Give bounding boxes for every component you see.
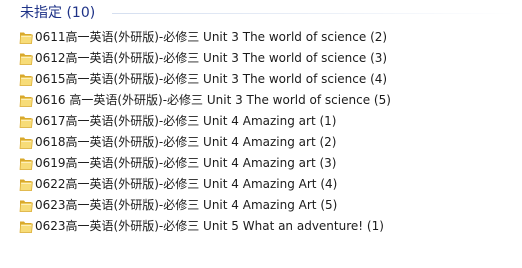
- folder-icon: [19, 114, 33, 129]
- folder-name: 0612高一英语(外研版)-必修三 Unit 3 The world of sc…: [35, 51, 388, 65]
- folder-name: 0623高一英语(外研版)-必修三 Unit 5 What an adventu…: [35, 219, 384, 233]
- folder-name: 0623高一英语(外研版)-必修三 Unit 4 Amazing Art (5): [35, 198, 338, 212]
- folder-item[interactable]: 0612高一英语(外研版)-必修三 Unit 3 The world of sc…: [0, 48, 522, 69]
- group-header[interactable]: 未指定 (10): [0, 0, 522, 24]
- folder-item[interactable]: 0611高一英语(外研版)-必修三 Unit 3 The world of sc…: [0, 27, 522, 48]
- folder-item[interactable]: 0619高一英语(外研版)-必修三 Unit 4 Amazing art (3): [0, 153, 522, 174]
- folder-item[interactable]: 0623高一英语(外研版)-必修三 Unit 5 What an adventu…: [0, 216, 522, 237]
- folder-name: 0616 高一英语(外研版)-必修三 Unit 3 The world of s…: [35, 93, 391, 107]
- folder-icon: [19, 30, 33, 45]
- folder-name: 0619高一英语(外研版)-必修三 Unit 4 Amazing art (3): [35, 156, 337, 170]
- folder-name: 0618高一英语(外研版)-必修三 Unit 4 Amazing art (2): [35, 135, 337, 149]
- folder-name: 0615高一英语(外研版)-必修三 Unit 3 The world of sc…: [35, 72, 388, 86]
- folder-item[interactable]: 0622高一英语(外研版)-必修三 Unit 4 Amazing Art (4): [0, 174, 522, 195]
- folder-name: 0611高一英语(外研版)-必修三 Unit 3 The world of sc…: [35, 30, 388, 44]
- folder-icon: [19, 177, 33, 192]
- group-title[interactable]: 未指定 (10): [20, 4, 95, 22]
- folder-icon: [19, 156, 33, 171]
- folder-item[interactable]: 0623高一英语(外研版)-必修三 Unit 4 Amazing Art (5): [0, 195, 522, 216]
- folder-item[interactable]: 0616 高一英语(外研版)-必修三 Unit 3 The world of s…: [0, 90, 522, 111]
- folder-icon: [19, 72, 33, 87]
- file-list: 0611高一英语(外研版)-必修三 Unit 3 The world of sc…: [0, 27, 522, 237]
- folder-icon: [19, 51, 33, 66]
- folder-icon: [19, 198, 33, 213]
- folder-icon: [19, 135, 33, 150]
- group-divider: [112, 13, 514, 14]
- folder-item[interactable]: 0618高一英语(外研版)-必修三 Unit 4 Amazing art (2): [0, 132, 522, 153]
- folder-item[interactable]: 0615高一英语(外研版)-必修三 Unit 3 The world of sc…: [0, 69, 522, 90]
- folder-name: 0622高一英语(外研版)-必修三 Unit 4 Amazing Art (4): [35, 177, 338, 191]
- folder-icon: [19, 219, 33, 234]
- folder-name: 0617高一英语(外研版)-必修三 Unit 4 Amazing art (1): [35, 114, 337, 128]
- folder-item[interactable]: 0617高一英语(外研版)-必修三 Unit 4 Amazing art (1): [0, 111, 522, 132]
- folder-icon: [19, 93, 33, 108]
